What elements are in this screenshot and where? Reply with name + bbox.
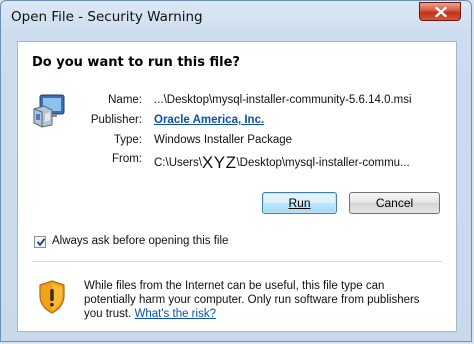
divider xyxy=(32,261,442,262)
from-path-suffix: \Desktop\mysql-installer-commu... xyxy=(236,157,410,169)
run-button[interactable]: Run xyxy=(262,192,337,214)
publisher-label: Publisher: xyxy=(90,114,142,126)
whats-the-risk-link[interactable]: What's the risk? xyxy=(135,308,216,320)
from-value: C:\Users\XYZ\Desktop\mysql-installer-com… xyxy=(154,153,410,173)
from-username: XYZ xyxy=(201,153,237,172)
security-warning-dialog: Open File - Security Warning Do you want… xyxy=(0,0,472,342)
security-shield-icon xyxy=(39,280,65,314)
name-value: ...\Desktop\mysql-installer-community-5.… xyxy=(154,94,412,106)
publisher-link[interactable]: Oracle America, Inc. xyxy=(154,114,264,126)
close-icon xyxy=(435,7,447,17)
run-question: Do you want to run this file? xyxy=(32,55,240,70)
always-ask-label: Always ask before opening this file xyxy=(52,235,229,247)
from-label: From: xyxy=(111,153,142,165)
from-path-prefix: C:\Users\ xyxy=(154,157,202,169)
type-label: Type: xyxy=(113,134,142,146)
warning-message: While files from the Internet can be use… xyxy=(84,279,439,321)
run-button-label: Run xyxy=(288,196,311,210)
close-button[interactable] xyxy=(419,2,461,21)
checkmark-icon xyxy=(36,238,46,247)
cancel-button-label: Cancel xyxy=(375,196,414,210)
content-panel: Do you want to run this file? Name: ...\… xyxy=(17,41,457,332)
window-title: Open File - Security Warning xyxy=(11,9,203,25)
always-ask-checkbox[interactable] xyxy=(34,236,46,248)
cancel-button[interactable]: Cancel xyxy=(349,192,440,214)
title-bar: Open File - Security Warning xyxy=(1,1,471,35)
type-value: Windows Installer Package xyxy=(154,134,293,146)
name-label: Name: xyxy=(108,94,142,106)
